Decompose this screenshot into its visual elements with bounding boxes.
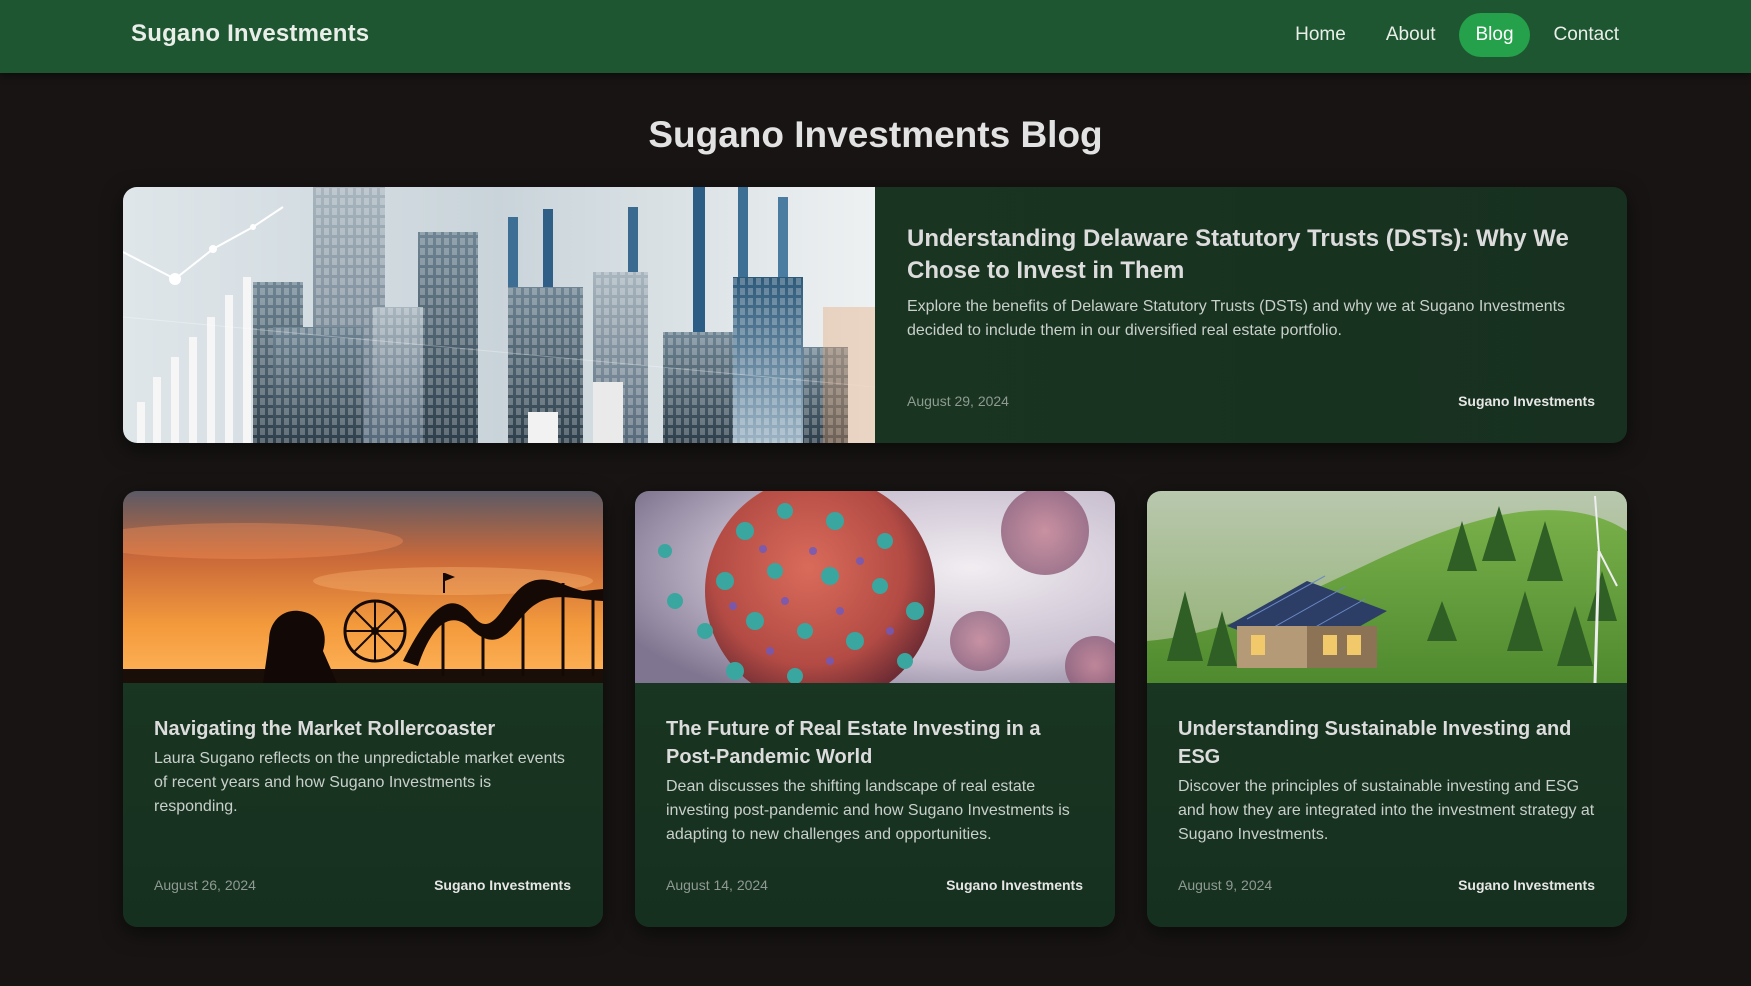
featured-post-date: August 29, 2024: [907, 393, 1009, 409]
virus-particles-image: [635, 491, 1115, 683]
featured-post-excerpt: Explore the benefits of Delaware Statuto…: [907, 298, 1566, 339]
featured-post-card[interactable]: Understanding Delaware Statutory Trusts …: [123, 187, 1627, 443]
post-card[interactable]: The Future of Real Estate Investing in a…: [635, 491, 1115, 927]
nav-link-home[interactable]: Home: [1279, 13, 1362, 57]
post-card-date: August 26, 2024: [154, 877, 256, 893]
rollercoaster-sunset-image: [123, 491, 603, 683]
post-card-date: August 9, 2024: [1178, 877, 1273, 893]
post-card-title[interactable]: Understanding Sustainable Investing and …: [1178, 715, 1598, 771]
post-card-title[interactable]: Navigating the Market Rollercoaster: [154, 715, 574, 743]
top-navbar: Sugano Investments Home About Blog Conta…: [0, 0, 1751, 73]
featured-post-title[interactable]: Understanding Delaware Statutory Trusts …: [907, 223, 1597, 287]
city-skyline-chart-image: [123, 187, 875, 443]
post-card[interactable]: Understanding Sustainable Investing and …: [1147, 491, 1627, 927]
post-card-body: The Future of Real Estate Investing in a…: [666, 715, 1086, 847]
post-card-author: Sugano Investments: [1458, 877, 1595, 893]
featured-post-author: Sugano Investments: [1458, 393, 1595, 409]
post-card-author: Sugano Investments: [434, 877, 571, 893]
post-card-excerpt: Laura Sugano reflects on the unpredictab…: [154, 750, 565, 815]
nav-link-blog[interactable]: Blog: [1459, 13, 1530, 57]
post-card-excerpt: Discover the principles of sustainable i…: [1178, 778, 1595, 843]
post-card-title[interactable]: The Future of Real Estate Investing in a…: [666, 715, 1086, 771]
nav-link-about[interactable]: About: [1370, 13, 1452, 57]
nav-link-contact[interactable]: Contact: [1538, 13, 1635, 57]
post-card[interactable]: Navigating the Market Rollercoaster Laur…: [123, 491, 603, 927]
nav-links: Home About Blog Contact: [1279, 13, 1635, 57]
post-card-body: Understanding Sustainable Investing and …: [1178, 715, 1598, 847]
post-card-excerpt: Dean discusses the shifting landscape of…: [666, 778, 1070, 843]
featured-post-body: Understanding Delaware Statutory Trusts …: [907, 223, 1597, 343]
solar-house-forest-image: [1147, 491, 1627, 683]
page-title: Sugano Investments Blog: [648, 114, 1103, 155]
post-card-author: Sugano Investments: [946, 877, 1083, 893]
post-card-body: Navigating the Market Rollercoaster Laur…: [154, 715, 574, 819]
brand-logo-link[interactable]: Sugano Investments: [131, 20, 369, 48]
post-card-date: August 14, 2024: [666, 877, 768, 893]
